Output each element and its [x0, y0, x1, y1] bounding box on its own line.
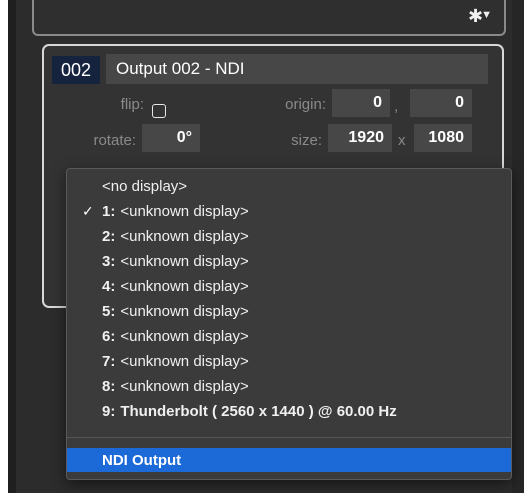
- menu-item-label: <unknown display>: [120, 352, 249, 370]
- menu-item-display-2[interactable]: 2: <unknown display>: [67, 225, 511, 247]
- menu-item-display-9[interactable]: 9: Thunderbolt ( 2560 x 1440 ) @ 60.00 Hz: [67, 400, 511, 422]
- rotate-label: rotate:: [93, 132, 136, 149]
- menu-item-label: <unknown display>: [120, 252, 249, 270]
- menu-item-no-display[interactable]: <no display>: [67, 175, 511, 197]
- origin-label: origin:: [285, 96, 326, 113]
- menu-item-label: <unknown display>: [120, 302, 249, 320]
- origin-y-field[interactable]: 0: [410, 89, 472, 117]
- size-label: size:: [291, 132, 322, 149]
- rotate-field[interactable]: 0°: [142, 124, 200, 152]
- menu-item-number: 9:: [102, 402, 116, 420]
- menu-item-label: NDI Output: [102, 451, 182, 469]
- menu-item-display-3[interactable]: 3: <unknown display>: [67, 250, 511, 272]
- settings-menu-button[interactable]: ✱▼: [468, 6, 492, 27]
- menu-divider: [67, 437, 511, 438]
- menu-item-label: <unknown display>: [120, 202, 249, 220]
- menu-item-number: 3:: [102, 252, 116, 270]
- left-edge: [8, 0, 16, 493]
- menu-item-display-7[interactable]: 7: <unknown display>: [67, 350, 511, 372]
- flip-label: flip:: [120, 96, 144, 113]
- menu-item-number: 4:: [102, 277, 116, 295]
- menu-item-number: 8:: [102, 377, 116, 395]
- menu-item-number: 7:: [102, 352, 116, 370]
- size-separator: x: [398, 132, 406, 149]
- checkmark-icon: ✓: [82, 202, 94, 219]
- menu-item-number: 5:: [102, 302, 116, 320]
- chevron-down-icon: ▼: [481, 9, 492, 21]
- menu-item-label: <unknown display>: [120, 327, 249, 345]
- menu-item-label: <unknown display>: [120, 377, 249, 395]
- scrollbar-track[interactable]: [512, 0, 524, 493]
- menu-item-label: <no display>: [102, 177, 188, 195]
- output-name-field[interactable]: Output 002 - NDI: [106, 54, 488, 84]
- menu-item-label: Thunderbolt ( 2560 x 1440 ) @ 60.00 Hz: [120, 402, 397, 420]
- menu-item-display-6[interactable]: 6: <unknown display>: [67, 325, 511, 347]
- flip-checkbox[interactable]: [152, 104, 166, 118]
- menu-item-label: <unknown display>: [120, 277, 249, 295]
- menu-item-ndi-output[interactable]: NDI Output: [67, 448, 511, 472]
- menu-item-display-8[interactable]: 8: <unknown display>: [67, 375, 511, 397]
- menu-item-number: 6:: [102, 327, 116, 345]
- menu-item-label: <unknown display>: [120, 227, 249, 245]
- menu-item-number: 2:: [102, 227, 116, 245]
- menu-item-display-5[interactable]: 5: <unknown display>: [67, 300, 511, 322]
- size-width-field[interactable]: 1920: [328, 124, 392, 152]
- origin-x-field[interactable]: 0: [332, 89, 390, 117]
- menu-item-number: 1:: [102, 202, 116, 220]
- size-height-field[interactable]: 1080: [414, 124, 472, 152]
- menu-item-display-4[interactable]: 4: <unknown display>: [67, 275, 511, 297]
- menu-item-display-1[interactable]: ✓ 1: <unknown display>: [67, 200, 511, 222]
- output-id-badge: 002: [52, 56, 100, 84]
- origin-separator: ,: [394, 98, 399, 115]
- display-dropdown-menu: <no display> ✓ 1: <unknown display> 2: <un…: [66, 168, 512, 480]
- previous-output-panel: ✱▼: [32, 0, 506, 36]
